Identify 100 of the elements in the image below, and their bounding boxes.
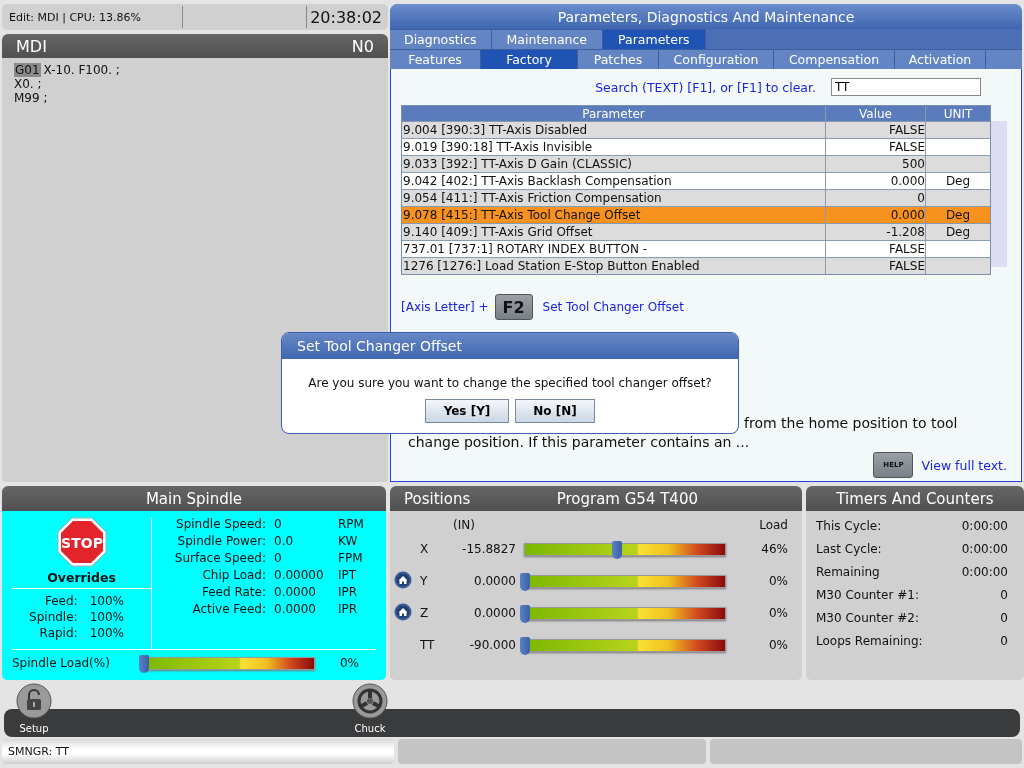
- table-row[interactable]: 9.033 [392:] TT-Axis D Gain (CLASSIC) 500: [402, 156, 990, 173]
- reading-unit: IPR: [338, 585, 359, 601]
- override-label: Feed:: [43, 593, 78, 609]
- axis-load: 0%: [767, 606, 789, 620]
- timer-label: This Cycle:: [816, 518, 883, 533]
- reading-unit: RPM: [338, 517, 365, 533]
- toolbar-button[interactable]: Chuck: [352, 683, 388, 734]
- axis-load: 0%: [767, 574, 789, 588]
- override-label: Spindle:: [29, 609, 78, 625]
- reading-label: Active Feed:: [191, 602, 266, 618]
- table-cell: FALSE: [889, 140, 925, 154]
- column-header: Value: [826, 106, 926, 121]
- reading-unit: IPR: [338, 602, 359, 618]
- tab[interactable]: Diagnostics: [390, 29, 492, 49]
- reading-value: 0: [274, 517, 283, 533]
- column-header: UNIT: [942, 106, 974, 121]
- axis-position: -90.000: [468, 638, 517, 652]
- timer-value: 0: [999, 633, 1008, 648]
- table-cell: Deg: [945, 174, 971, 188]
- table-cell: 9.033 [392:] TT-Axis D Gain (CLASSIC): [403, 157, 632, 171]
- override-value: 100%: [89, 609, 124, 625]
- reading-value: 0.0: [274, 534, 295, 550]
- panel-title: Main Spindle: [2, 486, 386, 511]
- cursor-highlight: G01: [14, 63, 41, 77]
- reading-label: Spindle Speed:: [175, 517, 266, 533]
- description-text: change position. If this parameter contains an ...: [408, 433, 750, 452]
- table-cell: Deg: [945, 225, 971, 239]
- program-title: Program G54 T400: [556, 489, 698, 508]
- axis-position: -15.8827: [461, 542, 517, 556]
- timer-value: 0:00:00: [961, 564, 1008, 579]
- table-row[interactable]: 9.054 [411:] TT-Axis Friction Compensation 0: [402, 190, 990, 207]
- timer-label: Loops Remaining:: [816, 633, 924, 648]
- dialog-button[interactable]: No [N]: [515, 399, 595, 423]
- axis-position: 0.0000: [473, 574, 517, 588]
- dialog-button[interactable]: Yes [Y]: [425, 399, 509, 423]
- code-text: M99 ;: [14, 91, 48, 105]
- key-cap[interactable]: F2: [494, 294, 533, 320]
- reading-unit: FPM: [338, 551, 364, 567]
- units-label: (IN): [453, 518, 475, 532]
- tab[interactable]: Features: [390, 49, 481, 69]
- message-field: SMNGR: TT: [2, 739, 394, 764]
- reading-label: Chip Load:: [201, 568, 266, 584]
- load-reading: 0%: [339, 656, 360, 670]
- table-row[interactable]: 737.01 [737:1] ROTARY INDEX BUTTON - FALSE: [402, 241, 990, 258]
- tab[interactable]: Patches: [578, 49, 659, 69]
- timer-value: 0: [999, 610, 1008, 625]
- clock-text: 20:38:02: [309, 7, 383, 27]
- table-cell: Deg: [945, 208, 971, 222]
- table-cell: 9.004 [390:3] TT-Axis Disabled: [403, 123, 588, 137]
- table-row[interactable]: 9.140 [409:] TT-Axis Grid Offset -1.208 Deg: [402, 224, 990, 241]
- table-row[interactable]: 1276 [1276:] Load Station E-Stop Button Enabled FALSE: [402, 258, 990, 274]
- hotkey-action: Set Tool Changer Offset: [542, 300, 684, 314]
- tab[interactable]: Factory: [481, 49, 578, 69]
- view-full-text-link[interactable]: View full text.: [921, 457, 1007, 473]
- table-cell: 0.000: [890, 208, 925, 222]
- timer-label: Last Cycle:: [816, 541, 883, 556]
- table-cell: 737.01 [737:1] ROTARY INDEX BUTTON -: [403, 242, 648, 256]
- toolbar-button[interactable]: Setup: [16, 683, 52, 734]
- tab[interactable]: Configuration: [659, 49, 774, 69]
- dialog-message: Are you sure you want to change the specified tool changer offset?: [308, 376, 712, 390]
- status-text: Edit: MDI | CPU: 13.86%: [8, 10, 142, 24]
- search-label: Search (TEXT) [F1], or [F1] to clear.: [595, 79, 816, 95]
- table-cell: 0: [917, 191, 925, 205]
- axis-position: 0.0000: [473, 606, 517, 620]
- override-value: 100%: [89, 593, 124, 609]
- table-cell: 9.019 [390:18] TT-Axis Invisible: [403, 140, 593, 154]
- padlock-icon: [16, 683, 52, 719]
- axis-load: 46%: [760, 542, 789, 556]
- code-text: X-10. F100. ;: [43, 63, 120, 77]
- table-cell: FALSE: [889, 259, 925, 273]
- reading-value: 0.00000: [274, 568, 325, 584]
- timer-value: 0: [999, 587, 1008, 602]
- search-field[interactable]: TT: [831, 78, 981, 96]
- table-cell: FALSE: [889, 123, 925, 137]
- code-text: X0. ;: [14, 77, 42, 91]
- table-cell: 9.042 [402:] TT-Axis Backlash Compensation: [403, 174, 672, 188]
- tab[interactable]: Activation: [895, 49, 986, 69]
- table-row[interactable]: 9.004 [390:3] TT-Axis Disabled FALSE: [402, 122, 990, 139]
- column-header: Parameter: [402, 106, 826, 121]
- table-row[interactable]: 9.078 [415:] TT-Axis Tool Change Offset 0.000 Deg: [402, 207, 990, 224]
- panel-title: Timers And Counters: [806, 486, 1024, 511]
- axis-name: X: [419, 542, 430, 556]
- table-cell: 9.054 [411:] TT-Axis Friction Compensation: [403, 191, 662, 205]
- dialog-title: Set Tool Changer Offset: [282, 333, 738, 359]
- override-value: 100%: [89, 625, 124, 641]
- stop-sign-icon: STOP: [56, 517, 107, 567]
- tab[interactable]: Parameters: [603, 29, 706, 49]
- reading-value: 0.0000: [274, 585, 317, 601]
- table-cell: 9.078 [415:] TT-Axis Tool Change Offset: [403, 208, 641, 222]
- reading-value: 0.0000: [274, 602, 317, 618]
- panel-title: MDI: [16, 36, 47, 56]
- table-row[interactable]: 9.019 [390:18] TT-Axis Invisible FALSE: [402, 139, 990, 156]
- timer-label: Remaining: [816, 564, 881, 579]
- table-row[interactable]: 9.042 [402:] TT-Axis Backlash Compensation 0.000 Deg: [402, 173, 990, 190]
- tab[interactable]: Maintenance: [491, 29, 604, 49]
- tab[interactable]: Compensation: [774, 49, 895, 69]
- reading-unit: KW: [338, 534, 359, 550]
- description-text: from the home position to tool: [744, 414, 958, 433]
- reading-value: 0: [274, 551, 283, 567]
- table-cell: -1.208: [886, 225, 925, 239]
